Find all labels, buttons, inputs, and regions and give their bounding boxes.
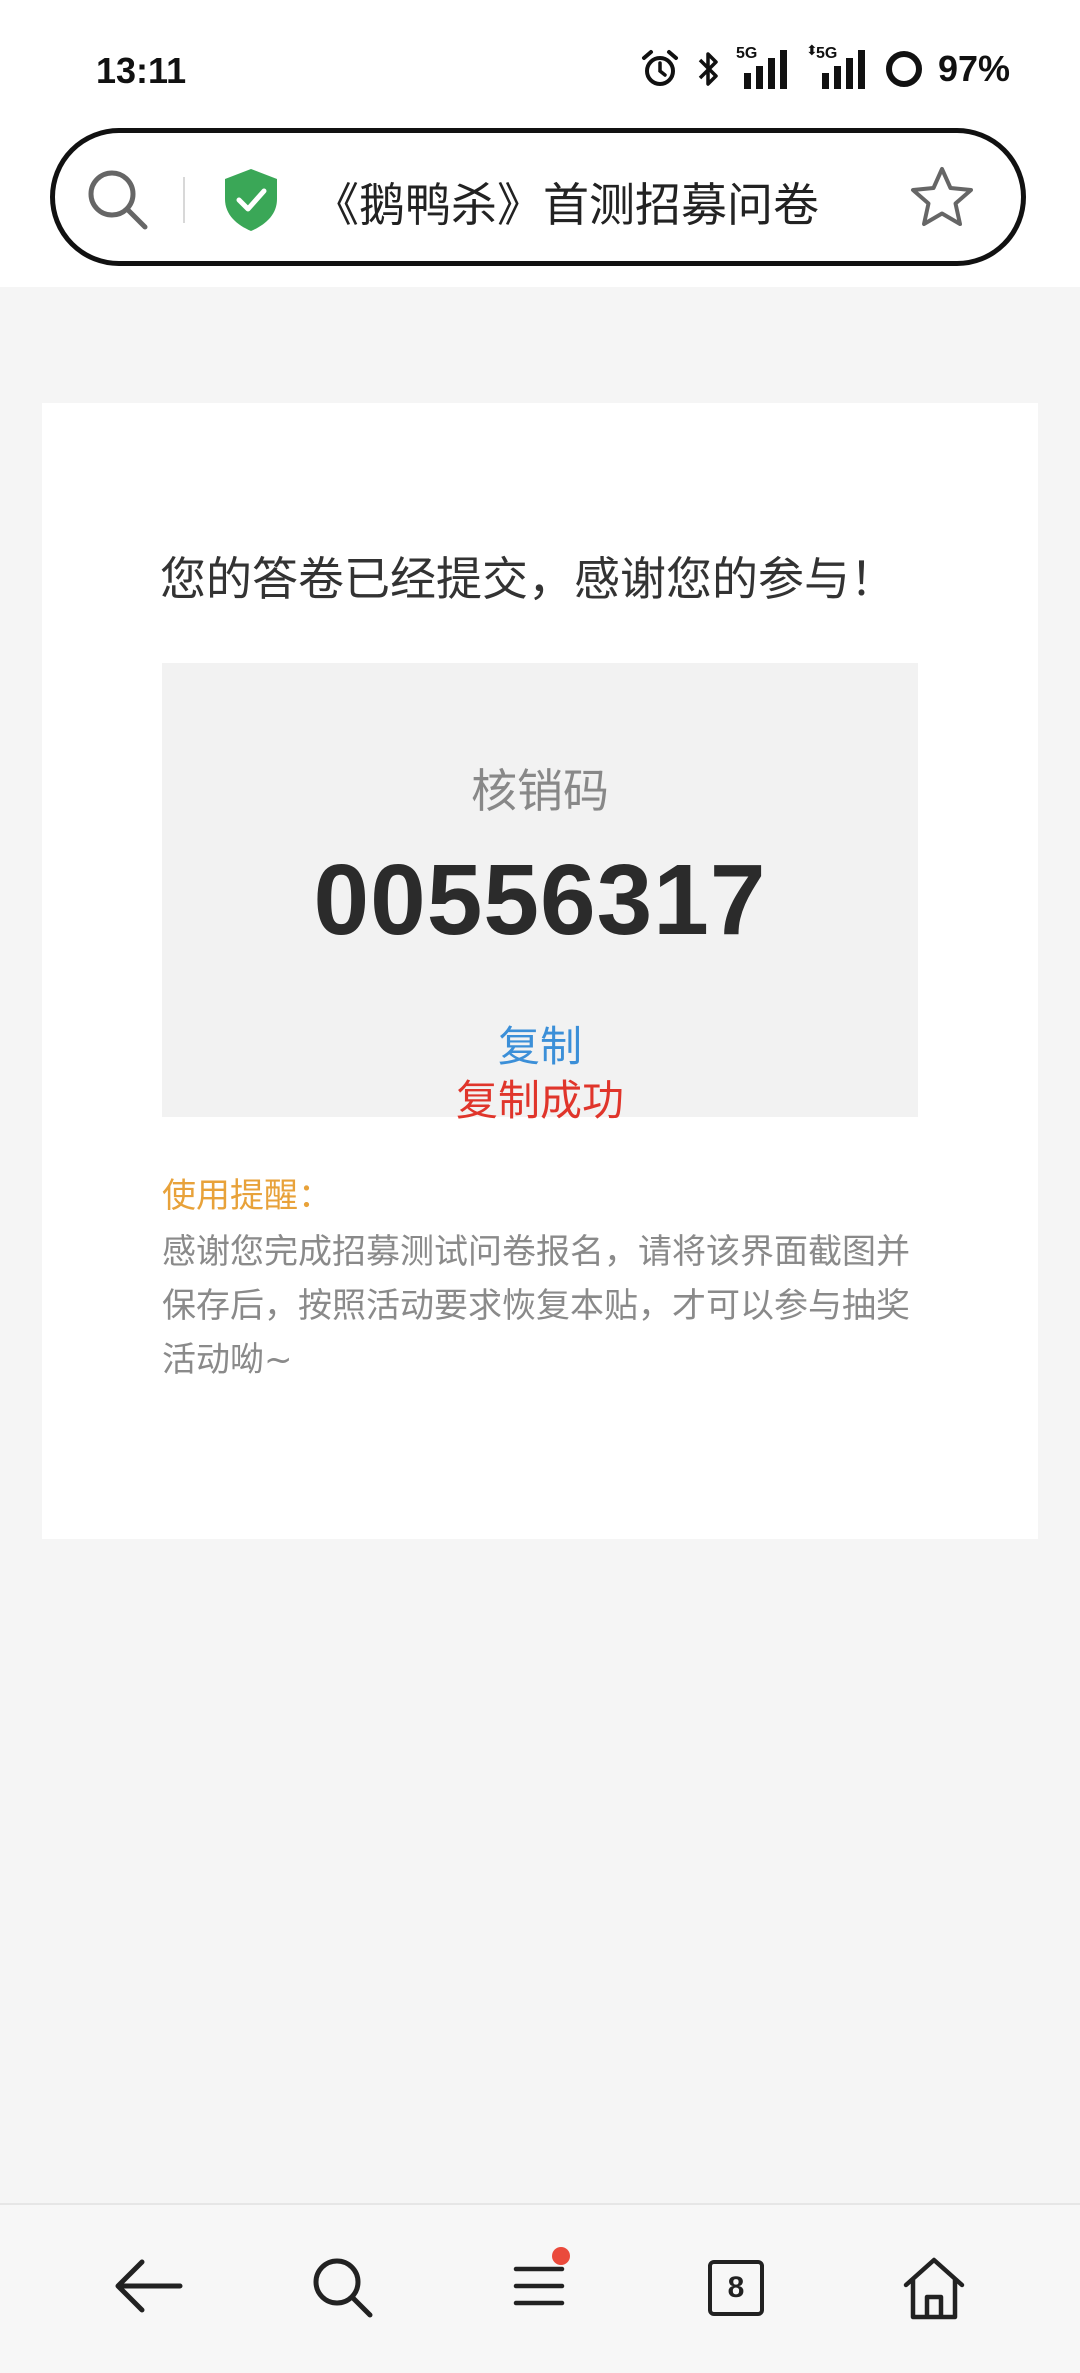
battery-icon bbox=[885, 51, 922, 87]
star-icon[interactable] bbox=[907, 163, 977, 237]
home-icon[interactable] bbox=[900, 2255, 968, 2325]
address-divider bbox=[183, 177, 185, 223]
status-time: 13:11 bbox=[96, 50, 187, 91]
submission-message: 您的答卷已经提交，感谢您的参与！ bbox=[160, 552, 896, 606]
page-title[interactable]: 《鹅鸭杀》首测招募问卷 bbox=[313, 169, 873, 235]
status-icons: 5G ⬍ 5G 97% bbox=[640, 43, 1010, 94]
result-card: 您的答卷已经提交，感谢您的参与！ 核销码 00556317 复制 复制成功 使用… bbox=[42, 403, 1038, 1539]
page: 13:11 5G ⬍ 5G 97% 《鹅鸭杀》首测招募问卷 您的答卷已经提交，感… bbox=[0, 0, 1080, 2373]
tab-count: 8 bbox=[708, 2260, 764, 2316]
back-icon[interactable] bbox=[112, 2255, 184, 2321]
address-bar[interactable]: 《鹅鸭杀》首测招募问卷 bbox=[50, 128, 1026, 266]
code-label: 核销码 bbox=[471, 764, 609, 818]
search-icon[interactable] bbox=[85, 167, 151, 237]
reminder-text: 感谢您完成招募测试问卷报名，请将该界面截图并保存后，按照活动要求恢复本贴，才可以… bbox=[162, 1232, 910, 1380]
bottom-navigation: 8 bbox=[0, 2203, 1080, 2373]
tabs-icon[interactable]: 8 bbox=[708, 2260, 764, 2316]
notification-dot bbox=[552, 2247, 570, 2265]
reminder-title: 使用提醒： bbox=[162, 1176, 332, 1216]
alarm-icon bbox=[641, 50, 678, 86]
search-icon[interactable] bbox=[310, 2255, 376, 2325]
signal-5g-icon: ⬍ 5G bbox=[806, 43, 870, 91]
signal-5g-icon: 5G bbox=[736, 45, 792, 91]
menu-icon[interactable] bbox=[512, 2247, 570, 2321]
top-area: 13:11 5G ⬍ 5G 97% 《鹅鸭杀》首测招募问卷 bbox=[0, 0, 1080, 287]
bluetooth-icon bbox=[698, 52, 718, 86]
secure-shield-icon bbox=[221, 167, 281, 237]
verification-code-box: 核销码 00556317 复制 复制成功 bbox=[162, 663, 918, 1125]
battery-percent: 97% bbox=[937, 48, 1010, 89]
copy-button[interactable]: 复制 bbox=[498, 1013, 582, 1074]
copy-success-message: 复制成功 bbox=[455, 1076, 624, 1125]
code-value: 00556317 bbox=[313, 844, 767, 956]
